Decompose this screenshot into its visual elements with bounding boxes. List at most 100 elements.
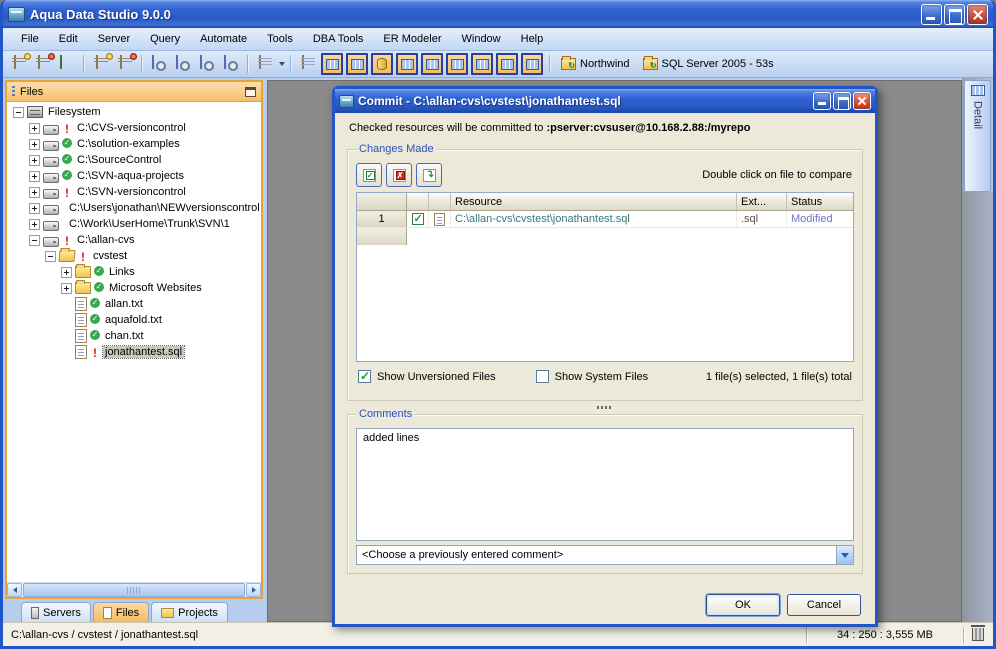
tree-item[interactable]: chan.txt [7, 328, 261, 344]
drag-grip-icon[interactable] [12, 85, 15, 98]
menu-window[interactable]: Window [452, 30, 511, 48]
table-row[interactable]: 1 C:\allan-cvs\cvstest\jonathantest.sql … [357, 211, 853, 228]
tab-files[interactable]: Files [92, 602, 150, 622]
column-status[interactable]: Status [787, 193, 853, 210]
menu-automate[interactable]: Automate [190, 30, 257, 48]
disconnect-button[interactable] [113, 53, 137, 75]
query-window-2-button[interactable] [171, 53, 194, 75]
remove-server-button[interactable] [31, 53, 55, 75]
expand-icon[interactable] [29, 170, 40, 182]
menu-er-modeler[interactable]: ER Modeler [373, 30, 451, 48]
query-window-4-button[interactable] [219, 53, 242, 75]
float-panel-icon[interactable] [245, 86, 256, 97]
scroll-left-icon[interactable] [7, 583, 22, 597]
column-ext[interactable]: Ext... [737, 193, 787, 210]
collapse-icon[interactable] [45, 250, 56, 262]
expand-icon[interactable] [61, 266, 72, 278]
close-button[interactable] [967, 3, 988, 25]
schema-browser-button[interactable] [296, 53, 319, 75]
maximize-button[interactable] [944, 3, 965, 25]
collapse-icon[interactable] [29, 234, 40, 246]
expand-icon[interactable] [29, 202, 40, 214]
file-icon [75, 329, 87, 343]
tree-item[interactable]: Microsoft Websites [7, 280, 261, 296]
view-form-toggle[interactable] [346, 53, 368, 75]
tree-item[interactable]: C:\SourceControl [7, 152, 261, 168]
ok-button[interactable]: OK [706, 594, 780, 616]
view-chart-toggle[interactable] [496, 53, 518, 75]
menu-query[interactable]: Query [140, 30, 190, 48]
expand-icon[interactable] [29, 186, 40, 198]
chevron-down-icon[interactable] [836, 546, 853, 564]
query-window-3-button[interactable] [195, 53, 218, 75]
tree-item[interactable]: C:\allan-cvs [7, 232, 261, 248]
query-analyzer-button[interactable] [147, 53, 170, 75]
tree-item[interactable]: C:\CVS-versioncontrol [7, 120, 261, 136]
tab-detail[interactable]: Detail [964, 80, 991, 192]
register-server-button[interactable] [7, 53, 31, 75]
row-checkbox[interactable] [411, 212, 424, 225]
tab-projects[interactable]: Projects [151, 602, 228, 622]
cancel-button[interactable]: Cancel [787, 594, 861, 616]
show-system-label[interactable]: Show System Files [555, 371, 649, 383]
show-system-checkbox[interactable] [535, 370, 549, 383]
deselect-all-button[interactable]: ✗ [386, 163, 412, 187]
tree-item[interactable]: cvstest [7, 248, 261, 264]
select-all-button[interactable]: ✓ [356, 163, 382, 187]
comment-textarea[interactable]: added lines [356, 428, 854, 541]
tab-servers[interactable]: Servers [21, 602, 91, 622]
expand-icon[interactable] [29, 138, 40, 150]
expand-icon[interactable] [29, 122, 40, 134]
view-table-toggle[interactable] [321, 53, 343, 75]
menu-tools[interactable]: Tools [257, 30, 303, 48]
previous-comment-combo[interactable]: <Choose a previously entered comment> [356, 545, 854, 565]
tree-item[interactable]: C:\Work\UserHome\Trunk\SVN\1 [7, 216, 261, 232]
menu-edit[interactable]: Edit [49, 30, 88, 48]
collapse-icon[interactable] [13, 106, 24, 118]
tree-item-selected[interactable]: jonathantest.sql [7, 344, 261, 360]
menu-server[interactable]: Server [88, 30, 140, 48]
new-document-button[interactable] [253, 53, 276, 75]
connection-sqlserver[interactable]: SQL Server 2005 - 53s [637, 56, 780, 72]
tree-item[interactable]: C:\Users\jonathan\NEWversionscontrol [7, 200, 261, 216]
tree-item[interactable]: Links [7, 264, 261, 280]
tree-item-filesystem[interactable]: Filesystem [7, 104, 261, 120]
view-database-toggle[interactable] [371, 53, 393, 75]
tree-item[interactable]: allan.txt [7, 296, 261, 312]
dialog-close-button[interactable] [853, 92, 871, 110]
menu-dba-tools[interactable]: DBA Tools [303, 30, 374, 48]
view-pivot-toggle[interactable] [421, 53, 443, 75]
menu-file[interactable]: File [11, 30, 49, 48]
view-list-toggle[interactable] [446, 53, 468, 75]
expand-icon[interactable] [61, 282, 72, 294]
show-unversioned-label[interactable]: Show Unversioned Files [377, 371, 496, 383]
menu-help[interactable]: Help [511, 30, 554, 48]
invert-selection-button[interactable]: ↴ [416, 163, 442, 187]
expand-icon[interactable] [29, 154, 40, 166]
files-panel-header[interactable]: Files [7, 82, 261, 102]
trash-button[interactable] [967, 625, 989, 641]
scroll-right-icon[interactable] [246, 583, 261, 597]
dialog-minimize-button[interactable] [813, 92, 831, 110]
horizontal-scrollbar[interactable] [7, 582, 261, 597]
connect-button[interactable] [89, 53, 113, 75]
expand-icon[interactable] [29, 218, 40, 230]
scrollbar-thumb[interactable] [23, 583, 245, 597]
column-resource[interactable]: Resource [451, 193, 737, 210]
dialog-titlebar: Commit - C:\allan-cvs\cvstest\jonathante… [335, 89, 875, 113]
connection-northwind[interactable]: Northwind [555, 56, 636, 72]
view-sheet-toggle[interactable] [521, 53, 543, 75]
tree-item[interactable]: C:\SVN-versioncontrol [7, 184, 261, 200]
tree-item[interactable]: C:\SVN-aqua-projects [7, 168, 261, 184]
server-grid-button[interactable] [55, 53, 78, 75]
row-resource[interactable]: C:\allan-cvs\cvstest\jonathantest.sql [451, 211, 737, 227]
splitter-handle[interactable] [347, 401, 863, 414]
tree-item[interactable]: C:\solution-examples [7, 136, 261, 152]
dialog-maximize-button[interactable] [833, 92, 851, 110]
view-grid-toggle[interactable] [396, 53, 418, 75]
tree-item[interactable]: aquafold.txt [7, 312, 261, 328]
view-er-toggle[interactable] [471, 53, 493, 75]
show-unversioned-checkbox[interactable] [358, 369, 371, 383]
minimize-button[interactable] [921, 3, 942, 25]
new-document-dropdown-icon[interactable] [279, 62, 285, 66]
